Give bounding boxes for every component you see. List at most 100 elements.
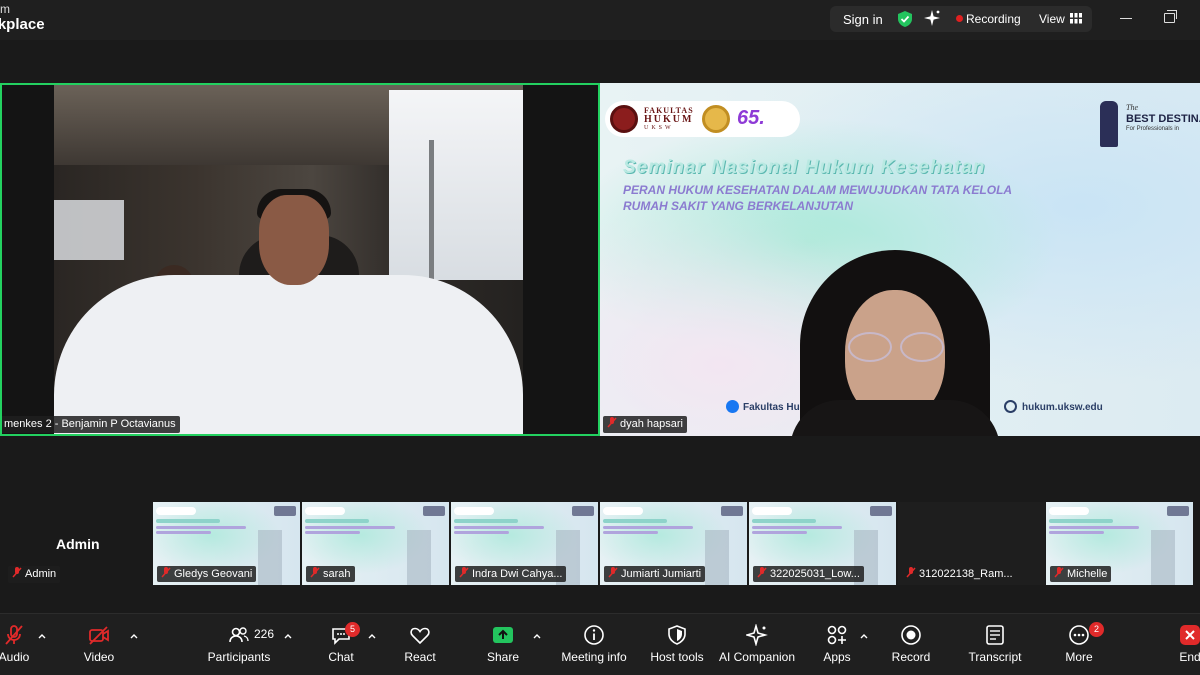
record-icon [901, 625, 921, 645]
view-button[interactable]: View [1039, 12, 1065, 26]
slide-title: Seminar Nasional Hukum Kesehatan [623, 157, 986, 178]
participant-name: sarah [323, 568, 351, 580]
restore-window-icon[interactable] [1164, 10, 1177, 23]
globe-icon [1004, 400, 1017, 413]
mic-muted-icon [1054, 567, 1064, 578]
accreditation-badge-icon [702, 105, 730, 133]
ai-companion-label: AI Companion [718, 650, 796, 664]
slide-subtitle-line1: PERAN HUKUM KESEHATAN DALAM MEWUJUDKAN T… [623, 183, 1013, 197]
participant-name: dyah hapsari [620, 418, 683, 430]
participant-thumbnail[interactable]: Indra Dwi Cahya... [451, 502, 598, 585]
participants-count: 226 [254, 627, 275, 641]
chevron-up-icon[interactable] [860, 632, 868, 640]
camera-off-icon [89, 626, 109, 645]
participant-name-label: sarah [306, 566, 355, 582]
logo-text-uksw: UKSW [644, 125, 674, 131]
grid-view-icon[interactable] [1070, 13, 1082, 24]
participant-name-label: Gledys Geovani [157, 566, 257, 582]
chat-unread-badge: 5 [345, 622, 360, 637]
participants-icon [229, 627, 249, 643]
meeting-info-button[interactable]: Meeting info [558, 614, 630, 675]
mic-muted-icon [608, 567, 618, 578]
transcript-button[interactable]: Transcript [962, 614, 1028, 675]
video-button[interactable]: Video [69, 614, 129, 675]
host-tools-label: Host tools [650, 650, 704, 664]
apps-icon [827, 625, 847, 645]
participant-thumbnail[interactable]: 322025031_Low... [749, 502, 896, 585]
ai-sparkle-icon[interactable] [923, 9, 941, 27]
meeting-toolbar: Audio Video Participants 226 Chat 5 Reac… [0, 613, 1200, 675]
participant-tile[interactable]: FAKULTAS HUKUM UKSW 65. The BEST DESTINA… [600, 83, 1200, 436]
mic-muted-icon [12, 567, 22, 578]
participant-name-label: 322025031_Low... [753, 566, 864, 582]
info-icon [584, 625, 604, 645]
share-button[interactable]: Share [478, 614, 528, 675]
participant-name-label: Indra Dwi Cahya... [455, 566, 567, 582]
close-icon [1180, 625, 1200, 645]
participant-video [54, 85, 523, 434]
shield-icon [668, 625, 686, 645]
logo-text-hukum: HUKUM [644, 114, 694, 125]
anniversary-logo: 65. [737, 107, 765, 129]
mic-muted-icon [757, 567, 767, 578]
more-label: More [1065, 650, 1093, 664]
mic-muted-icon [607, 417, 617, 428]
ai-companion-button[interactable]: AI Companion [717, 614, 797, 675]
slide-subtitle: PERAN HUKUM KESEHATAN DALAM MEWUJUDKAN T… [623, 182, 1012, 214]
share-screen-icon [493, 627, 513, 643]
mic-muted-icon [161, 567, 171, 578]
chevron-up-icon[interactable] [533, 632, 541, 640]
participants-button[interactable]: Participants [204, 614, 274, 675]
best-destination-logo: The BEST DESTINAT For Professionals in [1096, 99, 1200, 154]
heart-icon [410, 627, 430, 645]
audio-button[interactable]: Audio [0, 614, 44, 675]
chevron-up-icon[interactable] [284, 632, 292, 640]
facebook-icon [726, 400, 739, 413]
meeting-info-label: Meeting info [561, 650, 627, 664]
participant-name-label: menkes 2 - Benjamin P Octavianus [2, 416, 180, 433]
chevron-up-icon[interactable] [368, 632, 376, 640]
encryption-shield-icon[interactable] [897, 10, 913, 28]
transcript-icon [986, 625, 1004, 645]
participant-thumbnail[interactable]: Gledys Geovani [153, 502, 300, 585]
host-tools-button[interactable]: Host tools [645, 614, 709, 675]
recording-indicator[interactable]: Recording [966, 12, 1021, 26]
more-icon [1069, 625, 1089, 645]
chat-button[interactable]: Chat [316, 614, 366, 675]
participant-thumbnail[interactable]: Michelle [1046, 502, 1193, 585]
participant-name: 312022138_Ram... [919, 568, 1013, 580]
mic-muted-icon [310, 567, 320, 578]
participant-thumbnail[interactable]: Jumiarti Jumiarti [600, 502, 747, 585]
record-button[interactable]: Record [886, 614, 936, 675]
react-button[interactable]: React [395, 614, 445, 675]
video-label: Video [83, 650, 115, 664]
apps-button[interactable]: Apps [814, 614, 860, 675]
chevron-up-icon[interactable] [130, 632, 138, 640]
slide-facebook: Fakultas Hu [726, 400, 800, 413]
participant-name-label: 312022138_Ram... [902, 566, 1017, 582]
sign-in-button[interactable]: Sign in [843, 12, 883, 27]
participant-name: Indra Dwi Cahya... [472, 568, 563, 580]
react-label: React [404, 650, 436, 664]
participant-name: Gledys Geovani [174, 568, 253, 580]
end-meeting-button[interactable]: End [1170, 614, 1200, 675]
participant-name: Jumiarti Jumiarti [621, 568, 702, 580]
mic-muted-icon [459, 567, 469, 578]
transcript-label: Transcript [968, 650, 1022, 664]
participant-thumbnail[interactable]: 312022138_Ram... [898, 502, 1045, 585]
brand-line2: rkplace [0, 16, 45, 33]
active-speaker-tile[interactable]: menkes 2 - Benjamin P Octavianus [0, 83, 600, 436]
minimize-window-icon[interactable] [1120, 18, 1132, 19]
chevron-up-icon[interactable] [38, 632, 46, 640]
end-label: End [1179, 650, 1200, 664]
self-name: Admin [25, 568, 57, 580]
participant-name: 322025031_Low... [770, 568, 860, 580]
participant-video [790, 250, 1000, 436]
participants-label: Participants [207, 650, 271, 664]
participant-thumbnail[interactable]: sarah [302, 502, 449, 585]
slide-subtitle-line2: RUMAH SAKIT YANG BERKELANJUTAN [623, 199, 854, 213]
best-sub-text: For Professionals in [1126, 126, 1180, 132]
mic-muted-icon [906, 567, 916, 578]
audio-label: Audio [0, 650, 30, 664]
faculty-logo: FAKULTAS HUKUM UKSW [644, 107, 694, 132]
